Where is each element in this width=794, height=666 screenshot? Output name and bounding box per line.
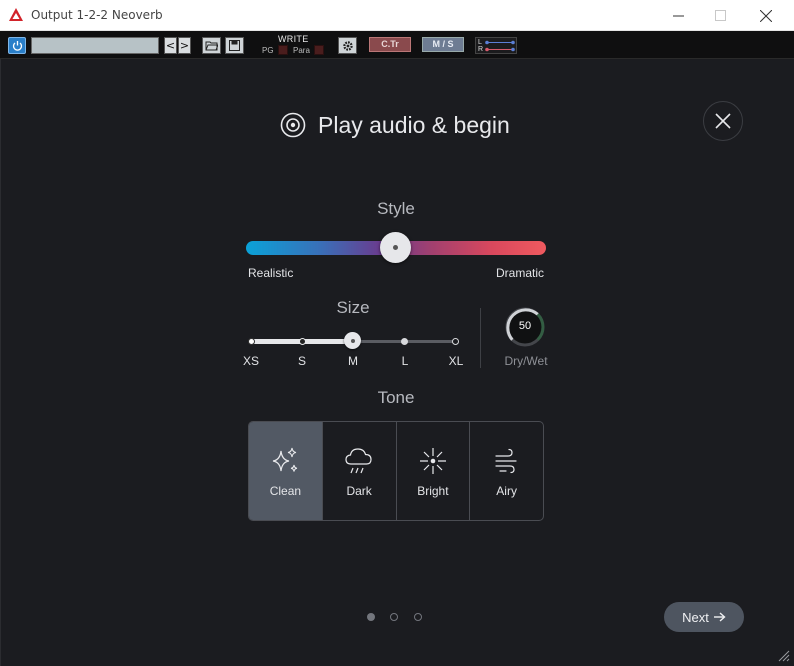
divider — [480, 308, 481, 368]
page-dot-1[interactable] — [367, 613, 375, 621]
bypass-power-button[interactable] — [8, 37, 26, 54]
tone-label-bright: Bright — [417, 484, 449, 498]
close-window-button[interactable] — [743, 0, 789, 31]
tone-selector: Clean Dark Bright Airy — [248, 421, 544, 521]
pg-label: PG — [262, 46, 274, 55]
tone-option-airy[interactable]: Airy — [470, 422, 543, 520]
minimize-button[interactable] — [655, 0, 701, 31]
host-toolbar: < > WRITE PG Para C.Tr M / S L R — [0, 31, 794, 59]
maximize-button[interactable] — [697, 0, 743, 31]
tone-label-clean: Clean — [269, 484, 302, 498]
panel-border — [0, 59, 1, 666]
power-icon — [12, 41, 22, 51]
tone-label: Tone — [377, 388, 415, 407]
pg-write-toggle[interactable] — [278, 45, 288, 55]
size-tick-s: S — [297, 354, 306, 368]
style-label: Style — [377, 199, 415, 218]
maximize-icon — [714, 10, 726, 21]
page-heading: Play audio & begin — [280, 110, 510, 140]
window-title-bar: Output 1-2-2 Neoverb — [0, 0, 794, 31]
size-stop-l[interactable] — [401, 338, 408, 345]
para-label: Para — [293, 46, 310, 55]
arrow-right-icon — [713, 612, 726, 622]
folder-icon — [205, 41, 218, 51]
page-dot-3[interactable] — [414, 613, 422, 621]
routing-icon — [485, 40, 515, 52]
next-preset-button[interactable]: > — [178, 37, 191, 54]
page-title: Play audio & begin — [318, 111, 510, 138]
size-tick-xl: XL — [448, 354, 464, 368]
sun-burst-icon — [419, 448, 446, 474]
tone-option-bright[interactable]: Bright — [397, 422, 471, 520]
size-stop-xl[interactable] — [452, 338, 459, 345]
handle-dot — [393, 245, 398, 250]
previous-preset-button[interactable]: < — [164, 37, 177, 54]
size-tick-l: L — [401, 354, 409, 368]
left-channel-label: L — [478, 39, 482, 46]
save-preset-button[interactable] — [225, 37, 244, 54]
size-stop-s[interactable] — [299, 338, 306, 345]
write-automation-label: WRITE — [278, 34, 309, 44]
open-preset-button[interactable] — [202, 37, 221, 54]
wind-icon — [495, 448, 517, 474]
save-icon — [229, 40, 240, 51]
preset-name-field[interactable] — [31, 37, 159, 54]
size-tick-xs: XS — [242, 354, 259, 368]
channel-routing-button[interactable]: L R — [475, 37, 517, 54]
size-stop-xs[interactable] — [248, 338, 255, 345]
dry-wet-label: Dry/Wet — [504, 354, 548, 368]
close-icon — [715, 113, 731, 129]
style-max-label: Dramatic — [496, 266, 545, 280]
sparkle-icon — [273, 447, 298, 472]
minimize-icon — [672, 15, 684, 17]
tone-label-airy: Airy — [496, 484, 517, 498]
next-button-label: Next — [682, 609, 709, 625]
para-write-toggle[interactable] — [314, 45, 324, 55]
close-wizard-button[interactable] — [703, 101, 743, 141]
tone-option-clean[interactable]: Clean — [249, 422, 323, 520]
play-target-icon — [280, 112, 306, 138]
size-label: Size — [336, 298, 370, 317]
size-slider-handle[interactable] — [344, 332, 361, 349]
app-logo-icon — [9, 8, 23, 21]
handle-dot — [350, 338, 355, 343]
gear-icon — [342, 40, 353, 51]
resize-grip-icon[interactable] — [776, 648, 790, 662]
channel-transform-button[interactable]: C.Tr — [369, 37, 411, 52]
mid-side-button[interactable]: M / S — [422, 37, 464, 52]
dry-wet-value: 50 — [518, 320, 532, 332]
right-channel-label: R — [478, 46, 484, 53]
next-button[interactable]: Next — [664, 602, 744, 632]
rain-cloud-icon — [345, 448, 372, 474]
page-dot-2[interactable] — [390, 613, 398, 621]
style-min-label: Realistic — [248, 266, 294, 280]
window-title: Output 1-2-2 Neoverb — [31, 8, 163, 22]
close-icon — [760, 9, 772, 22]
size-tick-m: M — [348, 354, 358, 368]
tone-option-dark[interactable]: Dark — [323, 422, 397, 520]
settings-button[interactable] — [338, 37, 357, 54]
style-slider-handle[interactable] — [380, 232, 411, 263]
tone-label-dark: Dark — [346, 484, 372, 498]
